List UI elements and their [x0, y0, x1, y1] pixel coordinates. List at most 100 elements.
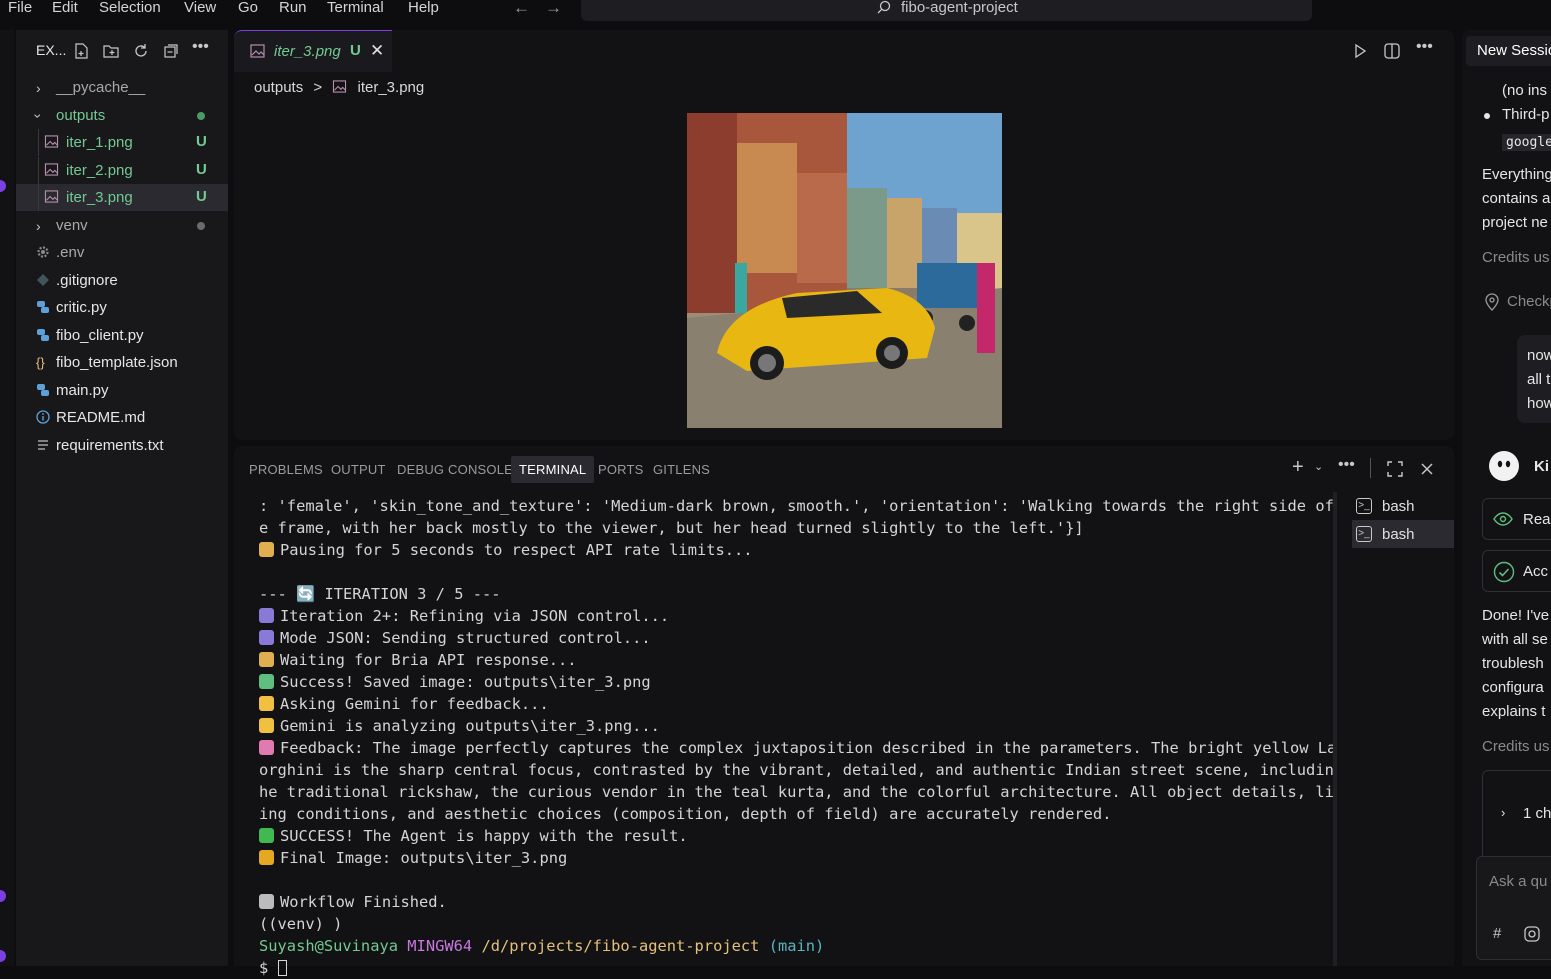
close-icon[interactable]: ✕	[370, 41, 384, 61]
tree-item-iter-3-png[interactable]: iter_3.png U	[16, 184, 228, 211]
terminal-line: Pausing for 5 seconds to respect API rat…	[259, 539, 1337, 561]
terminal-line-text: Waiting for Bria API response...	[280, 651, 577, 669]
more-actions-icon[interactable]: •••	[1416, 38, 1434, 56]
agent-name: Ki	[1534, 458, 1549, 475]
menu-run[interactable]: Run	[279, 0, 307, 16]
hourglass-icon	[259, 652, 274, 667]
image-file-icon	[44, 135, 59, 149]
indent-guide	[38, 129, 39, 156]
read-step-card[interactable]: Rea	[1482, 498, 1551, 540]
title-bar: File Edit Selection View Go Run Terminal…	[0, 0, 1551, 22]
chat-text: contains a	[1482, 190, 1551, 207]
chat-text: how	[1527, 395, 1551, 412]
divider	[1370, 458, 1371, 478]
check-circle-icon	[1493, 561, 1515, 583]
tab-debug-console[interactable]: DEBUG CONSOLE	[397, 462, 513, 477]
menu-selection[interactable]: Selection	[99, 0, 161, 16]
tree-item-main-py[interactable]: main.py	[16, 377, 228, 404]
terminal-input-line[interactable]: $	[259, 957, 1337, 979]
accept-step-card[interactable]: Acc	[1482, 550, 1551, 592]
tab-iter-3-png[interactable]: iter_3.png U ✕	[234, 30, 392, 72]
tree-item-fibo-template-json[interactable]: {} fibo_template.json	[16, 349, 228, 376]
tree-item-label: requirements.txt	[56, 436, 164, 454]
attach-image-icon[interactable]	[1523, 925, 1541, 943]
menu-file[interactable]: File	[8, 0, 32, 16]
chat-text: with all se	[1482, 631, 1548, 648]
tree-item-outputs[interactable]: › outputs	[16, 102, 228, 129]
activity-indicator[interactable]	[0, 890, 6, 902]
terminal-cursor	[277, 960, 287, 976]
tab-problems[interactable]: PROBLEMS	[249, 462, 323, 477]
tree-item-iter-1-png[interactable]: iter_1.png U	[16, 129, 228, 156]
prompt-symbol: $	[259, 959, 269, 977]
tab-status-badge: U	[350, 42, 361, 59]
text-file-icon	[36, 438, 50, 452]
changes-card[interactable]: › 1 ch	[1482, 770, 1551, 860]
menu-edit[interactable]: Edit	[52, 0, 78, 16]
tree-item-iter-2-png[interactable]: iter_2.png U	[16, 156, 228, 184]
tab-ports[interactable]: PORTS	[598, 462, 644, 477]
tree-item-env[interactable]: .env	[16, 239, 228, 266]
chat-text: project ne	[1482, 214, 1548, 231]
chevron-down-icon[interactable]: ⌄	[1314, 460, 1332, 478]
tree-item-readme-md[interactable]: README.md	[16, 404, 228, 431]
activity-indicator[interactable]	[0, 950, 6, 962]
tree-item-critic-py[interactable]: critic.py	[16, 294, 228, 321]
new-file-icon[interactable]	[72, 42, 90, 60]
chat-text: Third-p	[1502, 106, 1550, 123]
search-icon	[877, 0, 891, 14]
check-icon	[259, 828, 274, 843]
tree-item-pycache[interactable]: › __pycache__	[16, 74, 228, 101]
new-terminal-icon[interactable]: +	[1292, 456, 1310, 478]
prompt-path: /d/projects/fibo-agent-project	[481, 937, 760, 955]
new-folder-icon[interactable]	[102, 42, 120, 60]
menu-view[interactable]: View	[184, 0, 216, 16]
tree-item-fibo-client-py[interactable]: fibo_client.py	[16, 322, 228, 349]
terminal-item-bash[interactable]: >_ bash	[1352, 492, 1454, 520]
more-actions-icon[interactable]: •••	[192, 38, 210, 56]
terminal-item-bash[interactable]: >_ bash	[1352, 520, 1454, 548]
tab-gitlens[interactable]: GITLENS	[653, 462, 710, 477]
breadcrumb-folder[interactable]: outputs	[254, 79, 303, 96]
more-actions-icon[interactable]: •••	[1338, 456, 1356, 474]
command-center-search[interactable]: fibo-agent-project	[581, 0, 1312, 21]
menu-terminal[interactable]: Terminal	[327, 0, 384, 16]
chat-input-box[interactable]: Ask a qu #	[1476, 856, 1551, 960]
tab-terminal[interactable]: TERMINAL	[511, 456, 595, 483]
maximize-panel-icon[interactable]	[1386, 460, 1404, 478]
run-icon[interactable]	[1351, 42, 1369, 60]
terminal-item-label: bash	[1382, 498, 1415, 515]
refresh-icon[interactable]	[132, 42, 150, 60]
tree-item-label: iter_1.png	[66, 134, 133, 151]
terminal-line-text: Asking Gemini for feedback...	[280, 695, 549, 713]
new-session-tab[interactable]: New Session	[1466, 36, 1551, 66]
back-arrow-icon[interactable]: ←	[513, 0, 530, 18]
hash-icon[interactable]: #	[1493, 925, 1501, 942]
menu-go[interactable]: Go	[238, 0, 258, 16]
chat-text: troublesh	[1482, 655, 1544, 672]
close-panel-icon[interactable]	[1418, 460, 1436, 478]
tree-item-label: fibo_client.py	[56, 326, 144, 344]
chat-text: Done! I've	[1482, 607, 1550, 624]
card-label: Rea	[1523, 511, 1551, 528]
tree-item-venv[interactable]: › venv	[16, 212, 228, 239]
tree-item-gitignore[interactable]: .gitignore	[16, 267, 228, 294]
tree-item-requirements-txt[interactable]: requirements.txt	[16, 432, 228, 459]
tab-output[interactable]: OUTPUT	[331, 462, 386, 477]
checkpoint-text[interactable]: Checkp	[1507, 293, 1551, 310]
forward-arrow-icon[interactable]: →	[545, 0, 562, 18]
collapse-all-icon[interactable]	[162, 42, 180, 60]
chat-text: explains t	[1482, 703, 1546, 720]
terminal-output[interactable]: : 'female', 'skin_tone_and_texture': 'Me…	[259, 495, 1337, 979]
bottom-panel: PROBLEMS OUTPUT DEBUG CONSOLE TERMINAL P…	[234, 446, 1454, 977]
tree-item-label: venv	[56, 216, 88, 234]
split-editor-icon[interactable]	[1383, 42, 1401, 60]
menu-help[interactable]: Help	[408, 0, 439, 16]
breadcrumb-file[interactable]: iter_3.png	[358, 79, 425, 96]
terminal-line: ing conditions, and aesthetic choices (c…	[259, 803, 1337, 825]
chevron-right-icon[interactable]: ›	[1501, 805, 1505, 820]
terminal-icon: >_	[1356, 526, 1372, 542]
terminal-scrollbar[interactable]	[1333, 492, 1337, 966]
activity-indicator[interactable]	[0, 180, 6, 192]
